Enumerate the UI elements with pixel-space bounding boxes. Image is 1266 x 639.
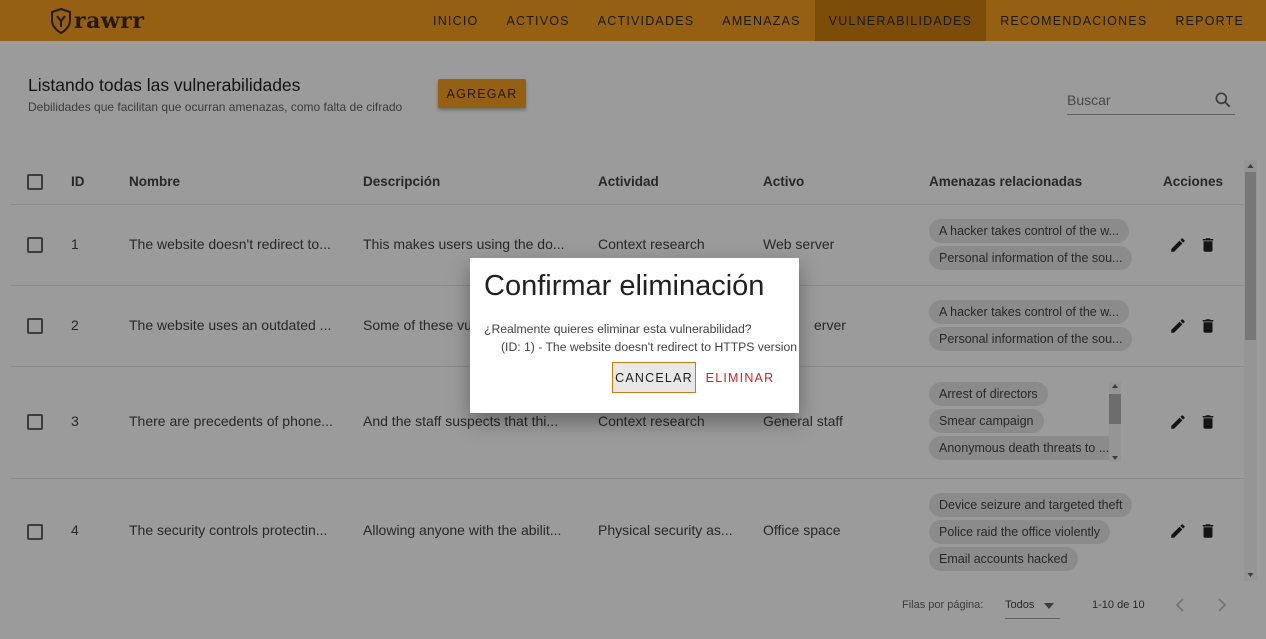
dialog-detail: (ID: 1) - The website doesn't redirect t… (501, 340, 798, 354)
cancel-button[interactable]: CANCELAR (612, 362, 696, 393)
delete-button[interactable]: ELIMINAR (702, 362, 778, 393)
dialog-question: ¿Realmente quieres eliminar esta vulnera… (484, 322, 752, 336)
confirm-delete-dialog: Confirmar eliminación ¿Realmente quieres… (470, 258, 799, 413)
dialog-title: Confirmar eliminación (484, 270, 765, 302)
